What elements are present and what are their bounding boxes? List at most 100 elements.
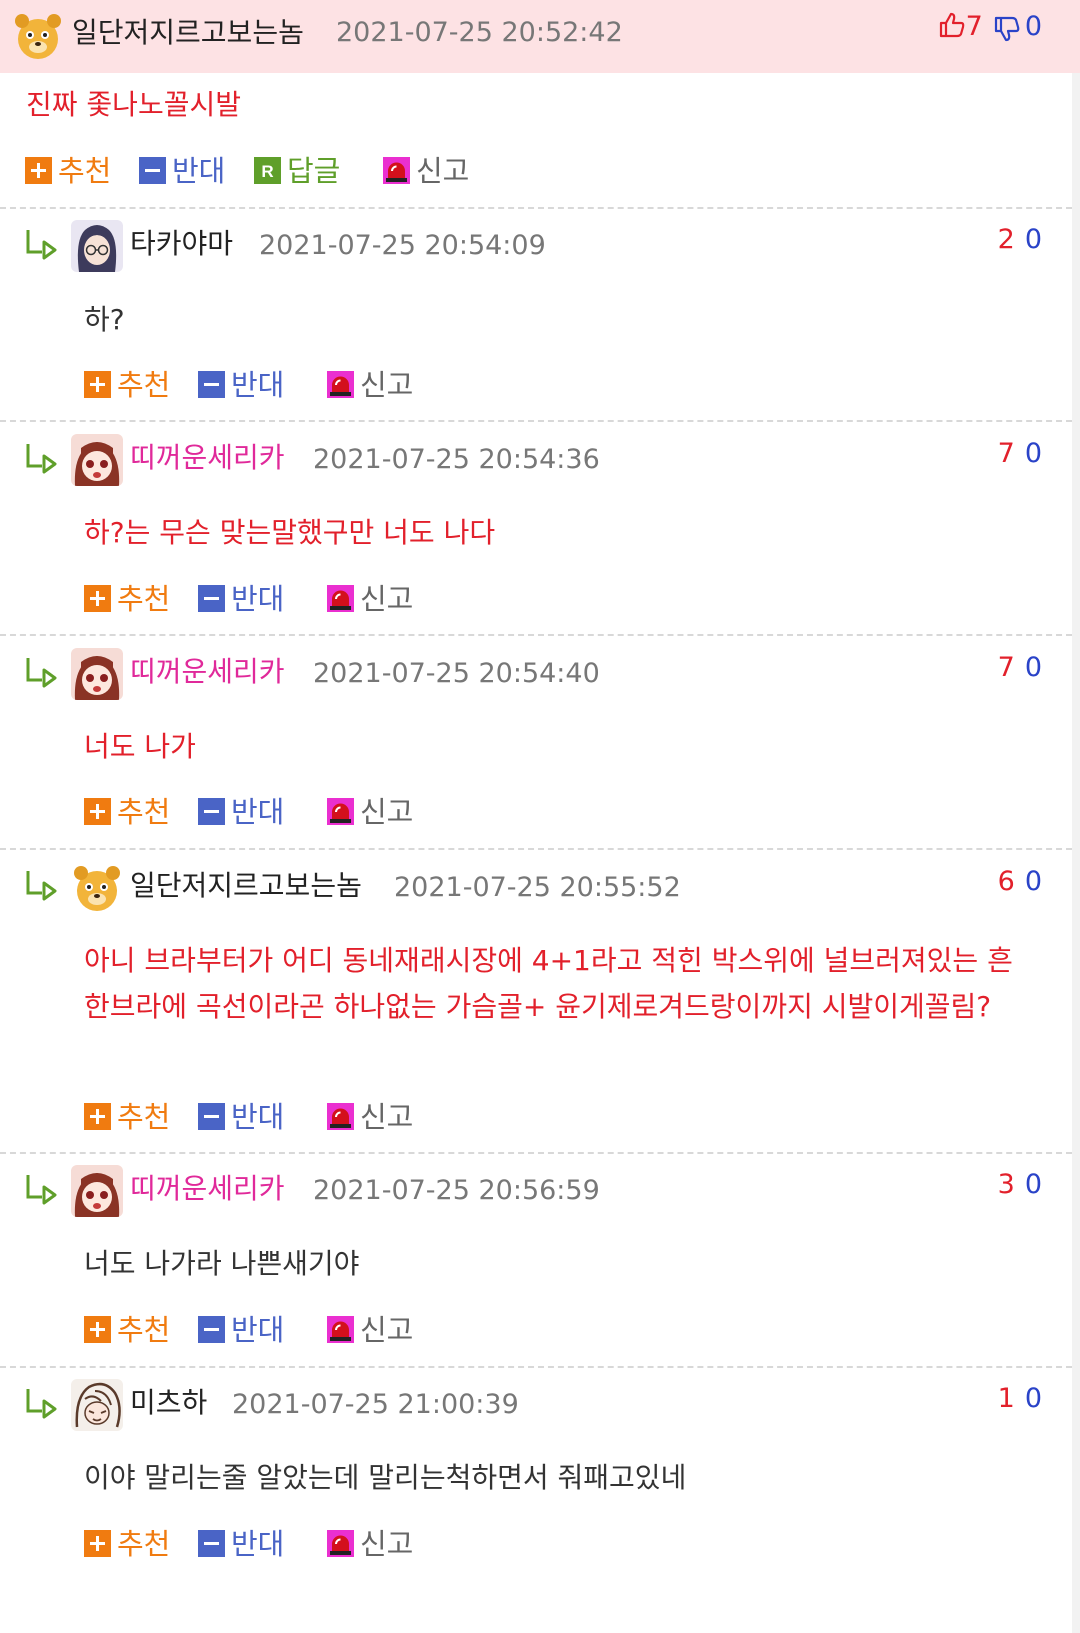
reply-arrow-icon — [24, 228, 58, 260]
reply-up-count: 7 — [997, 438, 1015, 469]
reply-nickname[interactable]: 띠꺼운세리카 — [130, 438, 285, 478]
report-button[interactable]: 신고 — [327, 579, 413, 619]
recommend-button[interactable]: 추천 — [84, 1097, 170, 1137]
recommend-label: 추천 — [117, 1100, 171, 1134]
recommend-button[interactable]: 추천 — [84, 792, 170, 832]
reply-down-count: 0 — [1024, 1169, 1042, 1200]
oppose-button[interactable]: 반대 — [139, 151, 225, 191]
post-votes: 7 0 — [938, 7, 1042, 47]
report-label: 신고 — [360, 1527, 414, 1561]
oppose-button[interactable]: 반대 — [198, 579, 284, 619]
siren-icon — [383, 157, 410, 184]
reply-date: 2021-07-25 20:54:36 — [313, 444, 600, 475]
report-button[interactable]: 신고 — [327, 365, 413, 405]
avatar-sketch[interactable] — [71, 1379, 123, 1431]
reply-arrow-icon — [24, 656, 58, 688]
recommend-label: 추천 — [117, 1527, 171, 1561]
reply-date: 2021-07-25 20:56:59 — [313, 1175, 600, 1206]
siren-icon — [327, 1103, 354, 1130]
reply-button[interactable]: 답글 — [254, 151, 340, 191]
reply-down-count: 0 — [1024, 1383, 1042, 1414]
reply-votes: 30 — [998, 1165, 1042, 1205]
oppose-button[interactable]: 반대 — [198, 365, 284, 405]
reply-actions: 추천 반대 신고 — [84, 792, 484, 832]
plus-icon — [25, 157, 52, 184]
oppose-label: 반대 — [231, 795, 285, 829]
oppose-button[interactable]: 반대 — [198, 792, 284, 832]
oppose-button[interactable]: 반대 — [198, 1097, 284, 1137]
avatar-glasses-girl[interactable] — [71, 220, 123, 272]
plus-icon — [84, 1530, 111, 1557]
recommend-label: 추천 — [117, 795, 171, 829]
oppose-label: 반대 — [231, 582, 285, 616]
divider — [0, 1366, 1072, 1368]
reply-body: 하?는 무슨 맞는말했구만 너도 나다 — [84, 516, 496, 549]
divider — [0, 207, 1072, 209]
oppose-button[interactable]: 반대 — [198, 1310, 284, 1350]
plus-icon — [84, 798, 111, 825]
oppose-label: 반대 — [231, 1527, 285, 1561]
recommend-button[interactable]: 추천 — [84, 365, 170, 405]
reply-arrow-icon — [24, 869, 58, 901]
reply-votes: 70 — [998, 434, 1042, 474]
post-down-count: 0 — [1024, 11, 1042, 42]
report-label: 신고 — [360, 582, 414, 616]
avatar-crying-girl[interactable] — [71, 1165, 123, 1217]
thumbs-up-icon — [939, 12, 964, 38]
recommend-label: 추천 — [117, 582, 171, 616]
reply-nickname[interactable]: 일단저지르고보는놈 — [130, 866, 362, 906]
reply-actions: 추천 반대 신고 — [84, 1524, 484, 1564]
reply-body: 이야 말리는줄 알았는데 말리는척하면서 줘패고있네 — [84, 1461, 687, 1494]
oppose-label: 반대 — [231, 1313, 285, 1347]
report-button[interactable]: 신고 — [327, 1310, 413, 1350]
plus-icon — [84, 1316, 111, 1343]
reply-up-count: 2 — [997, 224, 1015, 255]
report-button[interactable]: 신고 — [327, 792, 413, 832]
reply-votes: 10 — [998, 1379, 1042, 1419]
plus-icon — [84, 371, 111, 398]
reply-nickname[interactable]: 미츠하 — [130, 1383, 207, 1423]
minus-icon — [198, 585, 225, 612]
oppose-button[interactable]: 반대 — [198, 1524, 284, 1564]
post-header: 일단저지르고보는놈 2021-07-25 20:52:42 7 0 — [0, 0, 1080, 73]
recommend-button[interactable]: 추천 — [84, 579, 170, 619]
reply-down-count: 0 — [1024, 866, 1042, 897]
reply-up-count: 1 — [997, 1383, 1015, 1414]
reply-arrow-icon — [24, 442, 58, 474]
oppose-label: 반대 — [231, 368, 285, 402]
minus-icon — [198, 1316, 225, 1343]
recommend-button[interactable]: 추천 — [84, 1310, 170, 1350]
avatar-bear[interactable] — [12, 9, 64, 61]
reply-up-count: 3 — [997, 1169, 1015, 1200]
reply-r-icon — [254, 157, 281, 184]
reply-actions: 추천 반대 신고 — [84, 1097, 484, 1137]
recommend-button[interactable]: 추천 — [84, 1524, 170, 1564]
post-nickname[interactable]: 일단저지르고보는놈 — [72, 13, 304, 53]
reply-body: 아니 브라부터가 어디 동네재래시장에 4+1라고 적힌 박스위에 널브러져있는… — [84, 944, 1013, 1023]
minus-icon — [139, 157, 166, 184]
reply-up-count: 6 — [997, 866, 1015, 897]
recommend-button[interactable]: 추천 — [25, 151, 111, 191]
report-button[interactable]: 신고 — [327, 1097, 413, 1137]
post-up-count: 7 — [965, 11, 983, 42]
reply-nickname[interactable]: 띠꺼운세리카 — [130, 1169, 285, 1209]
reply-arrow-icon — [24, 1173, 58, 1205]
reply-nickname[interactable]: 타카야마 — [130, 224, 233, 264]
post-actions: 추천 반대 답글 신고 — [25, 151, 525, 191]
avatar-bear[interactable] — [71, 861, 123, 913]
reply-up-count: 7 — [997, 652, 1015, 683]
divider — [0, 848, 1072, 850]
avatar-crying-girl[interactable] — [71, 648, 123, 700]
siren-icon — [327, 798, 354, 825]
scrollbar-track[interactable] — [1072, 72, 1080, 1633]
siren-icon — [327, 585, 354, 612]
report-button[interactable]: 신고 — [383, 151, 469, 191]
reply-body: 너도 나가 — [84, 730, 196, 763]
avatar-crying-girl[interactable] — [71, 434, 123, 486]
siren-icon — [327, 1530, 354, 1557]
reply-nickname[interactable]: 띠꺼운세리카 — [130, 652, 285, 692]
siren-icon — [327, 371, 354, 398]
report-button[interactable]: 신고 — [327, 1524, 413, 1564]
recommend-label: 추천 — [117, 1313, 171, 1347]
reply-date: 2021-07-25 20:54:40 — [313, 658, 600, 689]
